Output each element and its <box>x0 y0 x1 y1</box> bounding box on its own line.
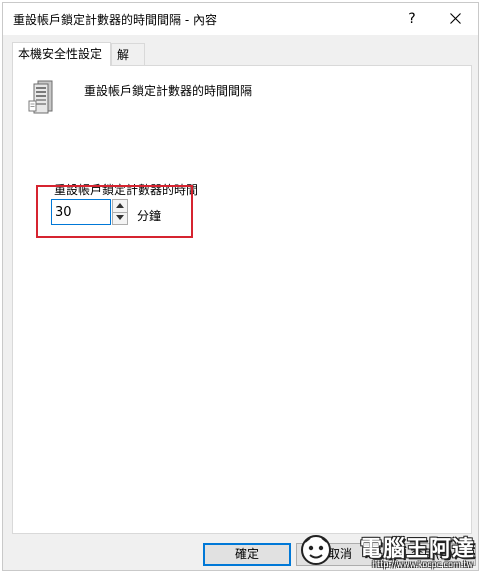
tab-panel: 重設帳戶鎖定計數器的時間間隔 重設帳戶鎖定計數器的時間 分鐘 <box>12 65 472 534</box>
close-icon <box>450 13 461 24</box>
close-button[interactable] <box>440 6 472 32</box>
tab-local-security-setting[interactable]: 本機安全性設定 <box>12 42 111 66</box>
help-button[interactable]: ? <box>400 7 424 31</box>
mascot-icon <box>301 535 331 565</box>
watermark-url: http://www.kocpc.com.tw <box>372 560 473 569</box>
properties-dialog: 重設帳戶鎖定計數器的時間間隔 - 內容 ? 本機安全性設定 解說 重設帳戶鎖定計… <box>2 2 479 571</box>
watermark: 電腦王阿達 http://www.kocpc.com.tw <box>299 531 477 571</box>
policy-title: 重設帳戶鎖定計數器的時間間隔 <box>84 84 253 98</box>
title-bar[interactable]: 重設帳戶鎖定計數器的時間間隔 - 內容 ? <box>3 3 478 35</box>
highlight-annotation <box>36 185 193 238</box>
window-title: 重設帳戶鎖定計數器的時間間隔 - 內容 <box>13 13 217 27</box>
ok-button[interactable]: 確定 <box>203 543 291 566</box>
server-icon <box>28 80 53 114</box>
tab-explain[interactable]: 解說 <box>111 43 145 84</box>
watermark-title: 電腦王阿達 <box>359 537 475 562</box>
